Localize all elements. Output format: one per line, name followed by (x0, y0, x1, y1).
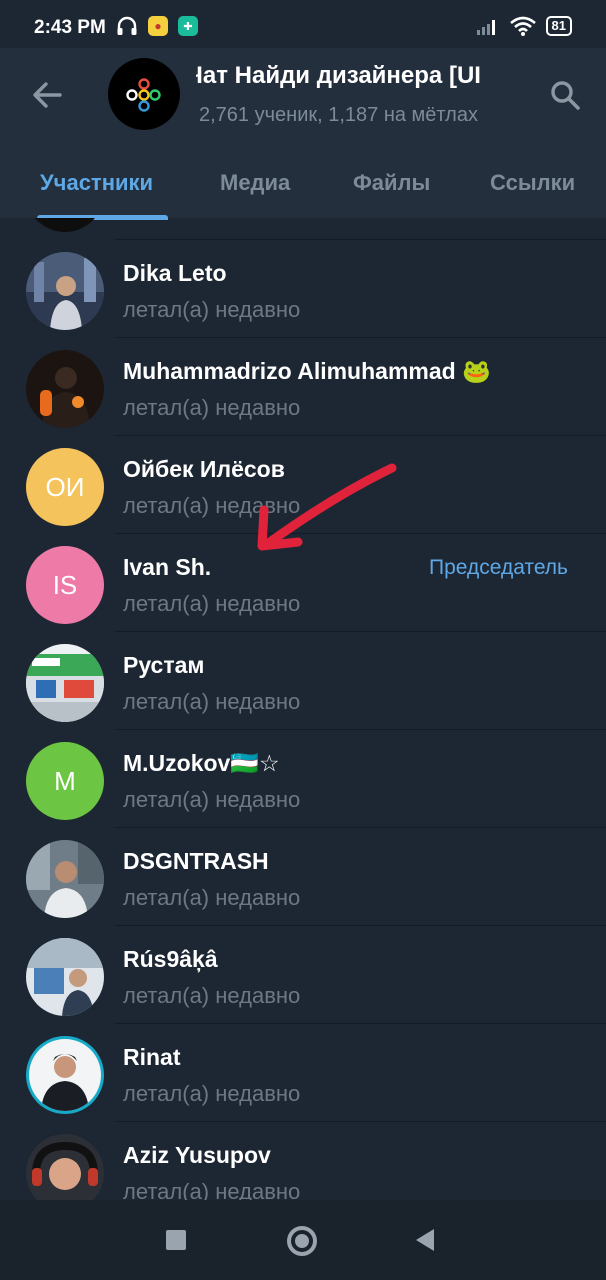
avatar (26, 644, 104, 722)
avatar-initials-text: ОИ (45, 471, 85, 502)
list-item[interactable]: Rinat летал(а) недавно (0, 1024, 606, 1122)
avatar-initials: IS (26, 546, 104, 624)
list-item[interactable]: Aziz Yusupov летал(а) недавно (0, 1122, 606, 1200)
member-name: Muhammadrizo Alimuhammad 🐸 (123, 358, 491, 384)
app-notification-icon: ● (148, 16, 168, 36)
status-bar: 2:43 PM ● ✚ 81 (0, 0, 606, 48)
chat-title: Чат Найди дизайнера [UI (196, 62, 481, 89)
avatar-initials-text: M (54, 765, 76, 796)
member-status: летал(а) недавно (123, 591, 301, 616)
chat-title-container[interactable]: Чат Найди дизайнера [UI (196, 62, 530, 90)
list-item[interactable]: Rús9âķâ летал(а) недавно (0, 926, 606, 1024)
status-notification-icons: ● ✚ (116, 16, 198, 36)
list-item[interactable]: IS Ivan Sh. летал(а) недавно Председател… (0, 534, 606, 632)
member-status: летал(а) недавно (123, 395, 301, 420)
member-name: Ойбек Илёсов (123, 456, 285, 482)
list-item[interactable]: Muhammadrizo Alimuhammad 🐸 летал(а) неда… (0, 338, 606, 436)
list-item[interactable] (0, 218, 606, 240)
list-item[interactable]: Dika Leto летал(а) недавно (0, 240, 606, 338)
tab-files[interactable]: Файлы (353, 170, 430, 196)
member-role-badge: Председатель (429, 556, 568, 579)
chat-header: Чат Найди дизайнера [UI 2,761 ученик, 1,… (0, 48, 606, 220)
member-status: летал(а) недавно (123, 493, 301, 518)
member-status: летал(а) недавно (123, 885, 301, 910)
battery-icon: 81 (545, 16, 572, 36)
member-status: летал(а) недавно (123, 983, 301, 1008)
avatar (26, 938, 104, 1016)
back-icon[interactable] (416, 1229, 434, 1251)
list-item[interactable]: DSGNTRASH летал(а) недавно (0, 828, 606, 926)
member-name: Рустам (123, 652, 205, 678)
avatar (26, 1134, 104, 1200)
member-name: Aziz Yusupov (123, 1142, 271, 1168)
back-arrow-icon[interactable] (30, 78, 64, 112)
member-name: Rinat (123, 1044, 181, 1070)
tab-bar: Участники Медиа Файлы Ссылки (0, 156, 606, 220)
headphones-icon (117, 16, 137, 35)
tab-participants[interactable]: Участники (40, 170, 153, 196)
member-name: Rús9âķâ (123, 946, 218, 972)
list-item[interactable]: Рустам летал(а) недавно (0, 632, 606, 730)
avatar (26, 1036, 104, 1114)
avatar (26, 350, 104, 428)
avatar-initials: ОИ (26, 448, 104, 526)
home-icon[interactable] (287, 1226, 317, 1256)
list-item[interactable]: M M.Uzokov🇺🇿☆ летал(а) недавно (0, 730, 606, 828)
member-name: Ivan Sh. (123, 554, 212, 580)
wifi-icon (509, 16, 536, 36)
member-status: летал(а) недавно (123, 689, 301, 714)
tab-media[interactable]: Медиа (220, 170, 290, 196)
status-time: 2:43 PM (34, 17, 106, 38)
chat-member-count: 2,761 ученик, 1,187 на мётлах (199, 104, 478, 126)
avatar-initials-text: IS (52, 569, 78, 600)
member-status: летал(а) недавно (123, 1081, 301, 1106)
status-system-icons: 81 (476, 16, 572, 36)
chat-avatar[interactable] (108, 58, 180, 130)
avatar (26, 840, 104, 918)
app-notification-icon: ✚ (178, 16, 198, 36)
avatar (26, 218, 104, 232)
avatar-initials: M (26, 742, 104, 820)
member-status: летал(а) недавно (123, 297, 301, 322)
list-item[interactable]: ОИ Ойбек Илёсов летал(а) недавно (0, 436, 606, 534)
system-nav-bar (0, 1200, 606, 1280)
chat-logo-icon (126, 78, 161, 112)
member-name: DSGNTRASH (123, 848, 269, 874)
tab-links[interactable]: Ссылки (490, 170, 575, 196)
member-list[interactable]: Dika Leto летал(а) недавно Muhammadrizo … (0, 218, 606, 1200)
member-name: M.Uzokov🇺🇿☆ (123, 750, 280, 776)
member-status: летал(а) недавно (123, 1179, 301, 1200)
member-status: летал(а) недавно (123, 787, 301, 812)
recent-apps-icon[interactable] (166, 1230, 186, 1250)
signal-icon (476, 20, 495, 35)
avatar (26, 252, 104, 330)
search-icon[interactable] (548, 78, 582, 112)
member-name: Dika Leto (123, 260, 227, 286)
